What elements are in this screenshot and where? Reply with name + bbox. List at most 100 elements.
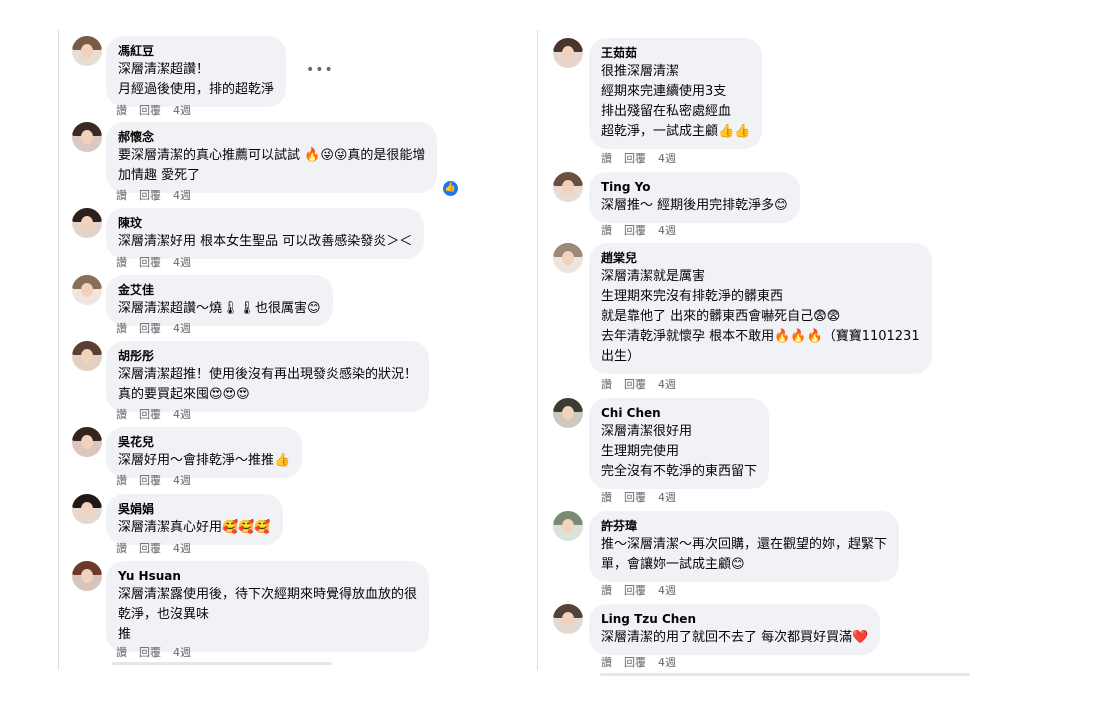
comment-actions: 讚回覆 4週 bbox=[601, 224, 688, 238]
reply-link[interactable]: 回覆 bbox=[624, 224, 646, 237]
avatar[interactable] bbox=[72, 341, 102, 371]
comment-text: 真的要買起來囤😍😍😍 bbox=[118, 387, 250, 402]
commenter-name[interactable]: 金艾佳 bbox=[118, 281, 321, 299]
commenter-name[interactable]: Ting Yo bbox=[601, 178, 788, 196]
reply-link[interactable]: 回覆 bbox=[139, 256, 161, 269]
like-link[interactable]: 讚 bbox=[116, 322, 127, 335]
like-link[interactable]: 讚 bbox=[601, 584, 612, 597]
reply-link[interactable]: 回覆 bbox=[139, 542, 161, 555]
commenter-name[interactable]: Chi Chen bbox=[601, 404, 757, 422]
comment-bubble: 趙棠兒 深層清潔就是厲害 生理期來完沒有排乾淨的髒東西 就是靠他了 出來的髒東西… bbox=[589, 243, 932, 374]
avatar[interactable] bbox=[72, 494, 102, 524]
comment-time[interactable]: 4週 bbox=[173, 104, 191, 117]
reply-link[interactable]: 回覆 bbox=[139, 322, 161, 335]
comment-time[interactable]: 4週 bbox=[173, 646, 191, 659]
avatar[interactable] bbox=[553, 38, 583, 68]
comment-bubble: 胡彤彤 深層清潔超推！使用後沒有再出現發炎感染的狀況！ 真的要買起來囤😍😍😍 bbox=[106, 341, 430, 412]
comment-actions: 讚回覆 4週 bbox=[601, 378, 688, 392]
comment-time[interactable]: 4週 bbox=[658, 378, 676, 391]
like-link[interactable]: 讚 bbox=[601, 491, 612, 504]
avatar[interactable] bbox=[553, 243, 583, 273]
reply-link[interactable]: 回覆 bbox=[139, 104, 161, 117]
commenter-name[interactable]: 趙棠兒 bbox=[601, 249, 920, 267]
comment-text: 月經過後使用，排的超乾淨 bbox=[118, 82, 275, 97]
comment-time[interactable]: 4週 bbox=[658, 491, 676, 504]
comment-actions: 讚回覆 4週 bbox=[601, 491, 688, 505]
avatar[interactable] bbox=[72, 122, 102, 152]
reply-link[interactable]: 回覆 bbox=[139, 474, 161, 487]
like-link[interactable]: 讚 bbox=[116, 104, 127, 117]
comment-time[interactable]: 4週 bbox=[173, 542, 191, 555]
like-link[interactable]: 讚 bbox=[116, 256, 127, 269]
more-icon[interactable]: ••• bbox=[306, 62, 334, 78]
avatar[interactable] bbox=[72, 275, 102, 305]
comment-actions: 讚回覆 4週 bbox=[601, 152, 688, 166]
next-comment-edge bbox=[600, 673, 970, 676]
reply-link[interactable]: 回覆 bbox=[139, 189, 161, 202]
comment-actions: 讚回覆 4週 bbox=[116, 408, 203, 422]
avatar[interactable] bbox=[72, 36, 102, 66]
comment-time[interactable]: 4週 bbox=[658, 656, 676, 669]
comment-time[interactable]: 4週 bbox=[658, 152, 676, 165]
commenter-name[interactable]: 郝懷念 bbox=[118, 128, 425, 146]
comment-actions: 讚回覆 4週 bbox=[116, 256, 203, 270]
comment-text: 超乾淨，一試成主顧👍👍 bbox=[601, 124, 751, 139]
commenter-name[interactable]: Yu Hsuan bbox=[118, 567, 417, 585]
reply-link[interactable]: 回覆 bbox=[624, 491, 646, 504]
comment-text: 生理期完使用 bbox=[601, 444, 680, 459]
avatar[interactable] bbox=[553, 172, 583, 202]
like-link[interactable]: 讚 bbox=[116, 408, 127, 421]
commenter-name[interactable]: 陳玟 bbox=[118, 214, 412, 232]
comment-bubble: 王茹茹 很推深層清潔 經期來完連續使用3支 排出殘留在私密處經血 超乾淨，一試成… bbox=[589, 38, 763, 149]
comment-actions: 讚回覆 4週 bbox=[601, 656, 688, 670]
right-divider bbox=[537, 30, 538, 670]
avatar[interactable] bbox=[72, 427, 102, 457]
comment-time[interactable]: 4週 bbox=[173, 322, 191, 335]
comment-text: 去年清乾淨就懷孕 根本不敢用🔥🔥🔥（寶寶1101231 bbox=[601, 329, 920, 344]
comment-text: 排出殘留在私密處經血 bbox=[601, 104, 732, 119]
comment-bubble: 金艾佳 深層清潔超讚～燒🌡🌡也很厲害😊 bbox=[106, 275, 333, 326]
avatar[interactable] bbox=[72, 561, 102, 591]
comment-time[interactable]: 4週 bbox=[658, 584, 676, 597]
avatar[interactable] bbox=[553, 398, 583, 428]
left-divider bbox=[58, 30, 59, 670]
comment-time[interactable]: 4週 bbox=[173, 189, 191, 202]
commenter-name[interactable]: 吳花兒 bbox=[118, 433, 290, 451]
comment-time[interactable]: 4週 bbox=[173, 474, 191, 487]
like-link[interactable]: 讚 bbox=[601, 656, 612, 669]
comment-time[interactable]: 4週 bbox=[173, 408, 191, 421]
like-link[interactable]: 讚 bbox=[601, 378, 612, 391]
commenter-name[interactable]: 王茹茹 bbox=[601, 44, 750, 62]
commenter-name[interactable]: 吳娟娟 bbox=[118, 500, 271, 518]
commenter-name[interactable]: 胡彤彤 bbox=[118, 347, 417, 365]
like-link[interactable]: 讚 bbox=[116, 646, 127, 659]
like-link[interactable]: 讚 bbox=[116, 542, 127, 555]
comment-bubble: 郝懷念 要深層清潔的真心推薦可以試試 🔥😜😜真的是很能增 加情趣 愛死了 bbox=[106, 122, 438, 193]
commenter-name[interactable]: 馮紅豆 bbox=[118, 42, 274, 60]
commenter-name[interactable]: 許芬瑋 bbox=[601, 517, 887, 535]
like-link[interactable]: 讚 bbox=[116, 474, 127, 487]
like-link[interactable]: 讚 bbox=[601, 152, 612, 165]
comment-bubble: 陳玟 深層清潔好用 根本女生聖品 可以改善感染發炎＞＜ bbox=[106, 208, 425, 259]
commenter-name[interactable]: Ling Tzu Chen bbox=[601, 610, 868, 628]
like-link[interactable]: 讚 bbox=[601, 224, 612, 237]
comment-time[interactable]: 4週 bbox=[658, 224, 676, 237]
comment-text: 完全沒有不乾淨的東西留下 bbox=[601, 464, 758, 479]
reply-link[interactable]: 回覆 bbox=[139, 408, 161, 421]
comment-time[interactable]: 4週 bbox=[173, 256, 191, 269]
reply-link[interactable]: 回覆 bbox=[139, 646, 161, 659]
reply-link[interactable]: 回覆 bbox=[624, 378, 646, 391]
avatar[interactable] bbox=[553, 511, 583, 541]
like-link[interactable]: 讚 bbox=[116, 189, 127, 202]
comment-text: 單，會讓妳一試成主顧😊 bbox=[601, 557, 745, 572]
like-reaction-icon[interactable]: 👍 bbox=[441, 179, 460, 198]
reply-link[interactable]: 回覆 bbox=[624, 656, 646, 669]
comment-bubble: Chi Chen 深層清潔很好用 生理期完使用 完全沒有不乾淨的東西留下 bbox=[589, 398, 770, 489]
comment-text: 乾淨，也沒異味 bbox=[118, 607, 210, 622]
avatar[interactable] bbox=[553, 604, 583, 634]
comment-text: 深層清潔的用了就回不去了 每次都買好買滿❤️ bbox=[601, 630, 869, 645]
avatar[interactable] bbox=[72, 208, 102, 238]
reply-link[interactable]: 回覆 bbox=[624, 584, 646, 597]
reply-link[interactable]: 回覆 bbox=[624, 152, 646, 165]
comment-text: 深層清潔很好用 bbox=[601, 424, 693, 439]
